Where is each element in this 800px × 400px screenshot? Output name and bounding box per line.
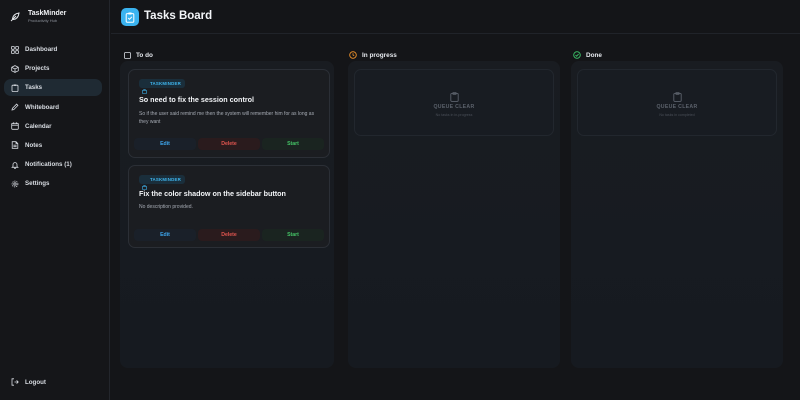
task-actions: Edit Delete Start	[133, 138, 325, 150]
project-tag-label: TASKMINDER	[150, 177, 181, 182]
bell-icon	[11, 161, 19, 169]
empty-state: QUEUE CLEAR No tasks in in-progress	[354, 69, 554, 136]
empty-state-subtitle: No tasks in in-progress	[435, 112, 473, 117]
sidebar-item-whiteboard[interactable]: Whiteboard	[4, 99, 102, 116]
brand-name: TaskMinder	[28, 10, 67, 17]
task-description: So if the user said remind me then the s…	[139, 111, 315, 126]
sidebar-item-label: Notifications (1)	[25, 161, 72, 169]
column-label: To do	[136, 51, 153, 59]
project-tag: TASKMINDER	[139, 175, 185, 190]
sidebar: TaskMinder Productivity Hub Dashboard Pr…	[0, 0, 110, 400]
clipboard-icon	[121, 8, 139, 26]
clipboard-icon	[11, 84, 19, 92]
column-in-progress: QUEUE CLEAR No tasks in in-progress	[348, 61, 560, 368]
edit-button[interactable]: Edit	[134, 229, 196, 241]
sidebar-item-projects[interactable]: Projects	[4, 60, 102, 77]
briefcase-icon	[142, 177, 147, 190]
column-label: Done	[586, 51, 602, 59]
task-card[interactable]: TASKMINDER Fix the color shadow on the s…	[128, 165, 330, 248]
gear-icon	[11, 180, 19, 188]
sidebar-item-notes[interactable]: Notes	[4, 137, 102, 154]
brand-text: TaskMinder Productivity Hub	[28, 10, 66, 24]
sidebar-item-dashboard[interactable]: Dashboard	[4, 41, 102, 58]
calendar-icon	[11, 122, 19, 130]
brand[interactable]: TaskMinder Productivity Hub	[10, 10, 66, 24]
project-tag-label: TASKMINDER	[150, 81, 181, 86]
task-title: So need to fix the session control	[139, 95, 255, 104]
column-done: QUEUE CLEAR No tasks in completed	[571, 61, 783, 368]
task-description: No description provided.	[139, 204, 193, 210]
box-icon	[11, 64, 19, 73]
start-button[interactable]: Start	[262, 229, 324, 241]
page-header: Tasks Board	[111, 0, 800, 34]
empty-state-subtitle: No tasks in completed	[659, 112, 695, 117]
brand-subtitle: Productivity Hub	[28, 18, 58, 23]
delete-button[interactable]: Delete	[198, 229, 260, 241]
logout-label: Logout	[25, 378, 46, 386]
page-title: Tasks Board	[144, 10, 213, 22]
sidebar-item-calendar[interactable]: Calendar	[4, 118, 102, 135]
sidebar-item-label: Settings	[25, 180, 50, 188]
sidebar-item-label: Tasks	[25, 84, 43, 92]
edit-button[interactable]: Edit	[134, 138, 196, 150]
logout-button[interactable]: Logout	[11, 378, 46, 386]
empty-state-title: QUEUE CLEAR	[656, 103, 698, 110]
sidebar-item-tasks[interactable]: Tasks	[4, 79, 102, 97]
sidebar-item-label: Dashboard	[25, 46, 58, 53]
sidebar-item-label: Calendar	[25, 122, 52, 130]
sidebar-item-notifications[interactable]: Notifications (1)	[4, 156, 102, 173]
sidebar-item-settings[interactable]: Settings	[4, 175, 102, 192]
task-actions: Edit Delete Start	[133, 229, 325, 241]
feather-icon	[10, 12, 20, 22]
sidebar-item-label: Projects	[25, 65, 50, 73]
sidebar-item-label: Whiteboard	[25, 103, 60, 111]
sidebar-item-label: Notes	[25, 141, 43, 149]
pencil-icon	[11, 103, 19, 111]
task-card[interactable]: TASKMINDER So need to fix the session co…	[128, 69, 330, 158]
clipboard-icon	[449, 89, 459, 102]
grid-icon	[11, 45, 19, 54]
logout-icon	[11, 378, 19, 386]
project-tag: TASKMINDER	[139, 79, 185, 94]
delete-button[interactable]: Delete	[198, 138, 260, 150]
column-label: In progress	[362, 51, 397, 59]
task-title: Fix the color shadow on the sidebar butt…	[139, 189, 286, 198]
empty-state-title: QUEUE CLEAR	[433, 103, 475, 110]
empty-state: QUEUE CLEAR No tasks in completed	[577, 69, 777, 136]
column-todo: TASKMINDER So need to fix the session co…	[120, 61, 334, 368]
start-button[interactable]: Start	[262, 138, 324, 150]
note-icon	[11, 141, 19, 150]
briefcase-icon	[142, 81, 147, 94]
clipboard-icon	[672, 89, 682, 102]
sidebar-nav: Dashboard Projects Tasks Whiteboard Cale…	[4, 41, 102, 195]
